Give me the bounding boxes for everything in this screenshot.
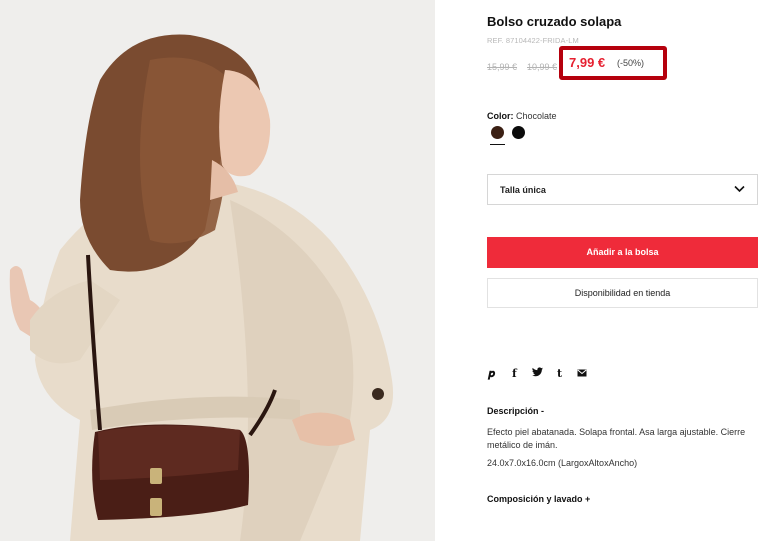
color-label: Color: Chocolate [487,111,557,121]
size-select-value: Talla única [500,185,546,195]
product-dimensions: 24.0x7.0x16.0cm (LargoxAltoxAncho) [487,458,638,468]
twitter-icon[interactable] [532,367,543,381]
composition-expand-icon: + [585,494,591,504]
current-price: 7,99 € [569,55,606,70]
share-icons: 𝒑 f t [488,367,598,381]
chevron-down-icon [734,185,745,193]
previous-price: 10,99 € [527,62,558,72]
color-label-key: Color: [487,111,514,121]
composition-heading: Composición y lavado [487,494,583,504]
composition-toggle[interactable]: Composición y lavado + [487,494,590,504]
product-reference: REF. 87104422-FRIDA-LM [487,36,579,45]
color-swatch-black[interactable] [512,126,525,139]
description-collapse-icon: - [541,406,545,416]
price-row: 15,99 € 10,99 € 7,99 € (-50%) [487,46,687,80]
description-text: Efecto piel abatanada. Solapa frontal. A… [487,427,746,450]
model-with-bag-illustration [0,0,435,541]
store-availability-button[interactable]: Disponibilidad en tienda [487,278,758,308]
discount-badge: (-50%) [617,58,645,68]
product-info-panel: Bolso cruzado solapa REF. 87104422-FRIDA… [487,0,758,541]
description-heading: Descripción [487,406,539,416]
email-icon[interactable] [577,367,587,381]
pinterest-icon[interactable]: 𝒑 [488,367,495,381]
current-price-highlight: 7,99 € (-50%) [559,46,667,80]
color-swatch-chocolate[interactable] [491,126,504,139]
description-toggle[interactable]: Descripción - [487,406,544,416]
size-select[interactable]: Talla única [487,174,758,205]
facebook-icon[interactable]: f [512,367,517,381]
color-selected-name: Chocolate [516,111,557,121]
add-to-bag-button[interactable]: Añadir a la bolsa [487,237,758,268]
tumblr-icon[interactable]: t [557,367,562,381]
selected-swatch-indicator [490,144,505,145]
product-image [0,0,435,541]
original-price: 15,99 € [487,62,518,72]
product-title: Bolso cruzado solapa [487,14,622,29]
